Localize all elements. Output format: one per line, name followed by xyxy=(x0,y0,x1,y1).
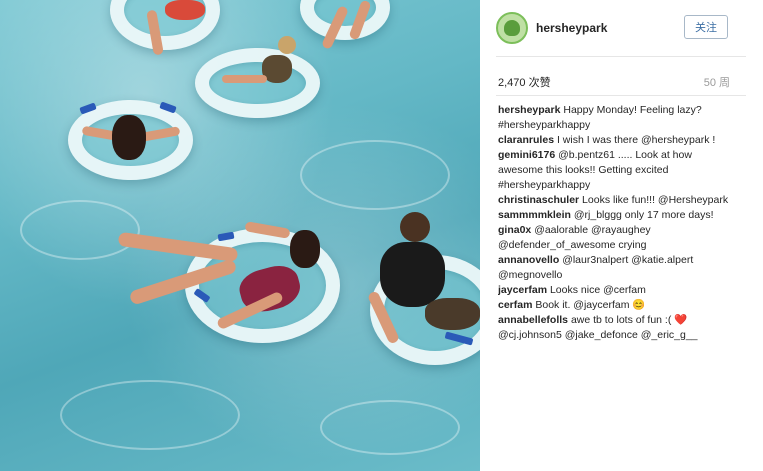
comment-text: Book it. @jaycerfam 😊 xyxy=(535,299,646,311)
likes-count[interactable]: 2,470 次赞 xyxy=(498,74,551,90)
comment-item: annabellefolls awe tb to lots of fun :( … xyxy=(498,313,738,343)
comment-username[interactable]: christinaschuler xyxy=(498,194,579,206)
comment-item: gina0x @aalorable @rayaughey @defender_o… xyxy=(498,223,738,253)
comment-username[interactable]: cerfam xyxy=(498,299,532,311)
comment-username[interactable]: hersheypark xyxy=(498,104,560,116)
comment-text: Looks nice @cerfam xyxy=(549,284,646,296)
comment-item: claranrules I wish I was there @hersheyp… xyxy=(498,133,738,148)
comment-username[interactable]: sammmmklein xyxy=(498,209,571,221)
comment-text: Looks like fun!!! @Hersheypark xyxy=(582,194,729,206)
inner-tube xyxy=(195,48,320,118)
comment-username[interactable]: gemini6176 xyxy=(498,149,555,161)
comment-username[interactable]: annabellefolls xyxy=(498,314,568,326)
swimmer xyxy=(165,0,205,20)
comment-item: jaycerfam Looks nice @cerfam xyxy=(498,283,738,298)
inner-tube xyxy=(300,0,390,40)
post-photo[interactable] xyxy=(0,0,480,471)
header-divider xyxy=(496,56,746,57)
hersheypark-logo-icon[interactable] xyxy=(496,12,528,44)
comment-text: @rj_blggg only 17 more days! xyxy=(573,209,714,221)
water-ripple xyxy=(300,140,450,210)
swimmer-head xyxy=(290,230,320,268)
follow-button[interactable]: 关注 xyxy=(684,15,728,39)
comment-username[interactable]: jaycerfam xyxy=(498,284,547,296)
post-side-panel: hersheypark 关注 2,470 次赞 50 周 hersheypark… xyxy=(480,0,763,471)
swimmer-head xyxy=(112,115,146,160)
swimmer xyxy=(425,298,480,330)
comment-item: gemini6176 @b.pentz61 ..... Look at how … xyxy=(498,148,738,193)
comment-username[interactable]: claranrules xyxy=(498,134,554,146)
post-age: 50 周 xyxy=(703,77,730,89)
comment-item: christinaschuler Looks like fun!!! @Hers… xyxy=(498,193,738,208)
comment-username[interactable]: annanovello xyxy=(498,254,559,266)
post-username[interactable]: hersheypark xyxy=(536,21,607,35)
swimmer-head xyxy=(278,36,296,54)
comment-item: hersheypark Happy Monday! Feeling lazy? … xyxy=(498,103,738,133)
swimmer-leg xyxy=(222,75,267,83)
water-ripple xyxy=(320,400,460,455)
post-header: hersheypark 关注 xyxy=(480,0,763,56)
water-ripple xyxy=(60,380,240,450)
post-stats: 2,470 次赞 50 周 xyxy=(498,74,730,90)
comment-text: I wish I was there @hersheypark ! xyxy=(556,134,716,146)
avatar-graphic xyxy=(504,20,520,36)
water-ripple xyxy=(20,200,140,260)
stats-divider xyxy=(496,95,746,96)
swimmer xyxy=(380,242,445,307)
comment-item: sammmmklein @rj_blggg only 17 more days! xyxy=(498,208,738,223)
swimmer-head xyxy=(400,212,430,242)
comment-username[interactable]: gina0x xyxy=(498,224,531,236)
comment-item: annanovello @laur3nalpert @katie.alpert … xyxy=(498,253,738,283)
comment-item: cerfam Book it. @jaycerfam 😊 xyxy=(498,298,738,313)
comments-list: hersheypark Happy Monday! Feeling lazy? … xyxy=(498,103,738,425)
